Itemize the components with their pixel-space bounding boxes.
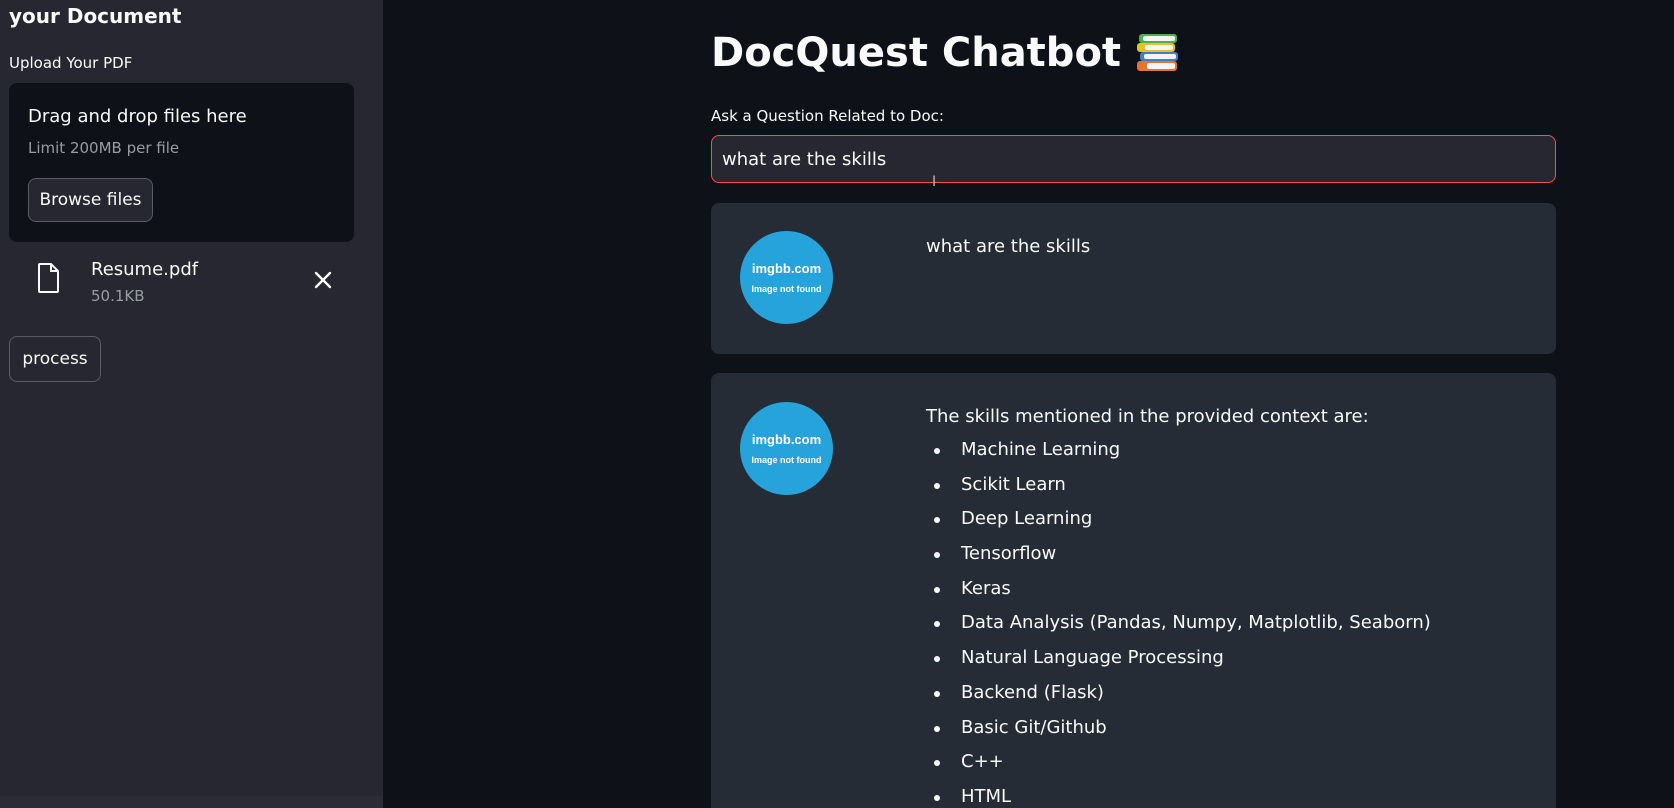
sidebar-footer-strip: [0, 796, 383, 808]
uploaded-file: Resume.pdf 50.1KB: [9, 255, 354, 315]
sidebar: your Document Upload Your PDF Drag and d…: [0, 0, 383, 808]
avatar-brand: imgbb.com: [751, 432, 822, 447]
process-button[interactable]: process: [9, 336, 101, 382]
question-input[interactable]: [711, 135, 1556, 183]
file-name: Resume.pdf: [91, 259, 199, 280]
list-item: Basic Git/Github: [934, 717, 1431, 739]
list-item: Backend (Flask): [934, 682, 1431, 704]
chat-message-bot: imgbb.com Image not found The skills men…: [711, 373, 1556, 808]
list-item: Deep Learning: [934, 508, 1431, 530]
message-text: what are the skills: [926, 236, 1091, 257]
message-body: The skills mentioned in the provided con…: [926, 406, 1431, 808]
list-item: Data Analysis (Pandas, Numpy, Matplotlib…: [934, 612, 1431, 634]
avatar-subtext: Image not found: [751, 455, 822, 465]
list-item: Keras: [934, 578, 1431, 600]
avatar: imgbb.com Image not found: [740, 402, 833, 495]
books-icon: [1137, 34, 1179, 71]
page-title: DocQuest Chatbot: [711, 30, 1181, 76]
chat-message-user: imgbb.com Image not found what are the s…: [711, 203, 1556, 354]
list-item: Machine Learning: [934, 439, 1431, 461]
avatar: imgbb.com Image not found: [740, 231, 833, 324]
list-item: HTML: [934, 786, 1431, 808]
list-item: Tensorflow: [934, 543, 1431, 565]
sidebar-heading: your Document: [9, 4, 182, 28]
page-title-text: DocQuest Chatbot: [711, 30, 1122, 76]
text-cursor-icon: I: [932, 174, 937, 190]
file-size: 50.1KB: [91, 287, 145, 305]
question-label: Ask a Question Related to Doc:: [711, 107, 944, 125]
list-item: Scikit Learn: [934, 474, 1431, 496]
skills-list: Machine Learning Scikit Learn Deep Learn…: [926, 439, 1431, 808]
dropzone-title: Drag and drop files here: [28, 106, 247, 127]
browse-files-button[interactable]: Browse files: [28, 178, 153, 222]
avatar-brand: imgbb.com: [751, 261, 822, 276]
avatar-subtext: Image not found: [751, 284, 822, 294]
file-icon: [38, 263, 59, 293]
message-intro: The skills mentioned in the provided con…: [926, 406, 1369, 427]
close-icon[interactable]: [312, 269, 334, 291]
app-root: your Document Upload Your PDF Drag and d…: [0, 0, 1674, 808]
list-item: Natural Language Processing: [934, 647, 1431, 669]
list-item: C++: [934, 751, 1431, 773]
upload-label: Upload Your PDF: [9, 54, 133, 72]
file-dropzone[interactable]: Drag and drop files here Limit 200MB per…: [9, 83, 354, 242]
dropzone-limit: Limit 200MB per file: [28, 139, 180, 157]
